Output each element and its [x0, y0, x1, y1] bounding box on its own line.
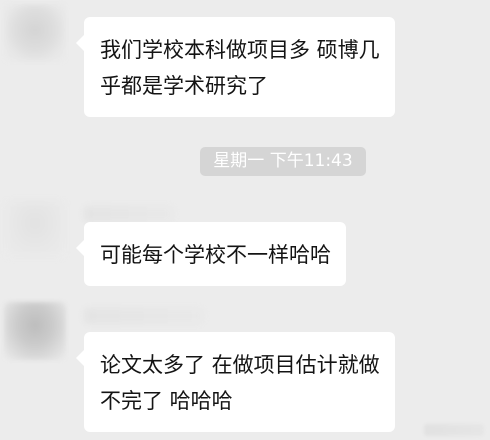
message-text: 论文太多了 在做项目估计就做 — [100, 353, 380, 377]
sender-avatar[interactable] — [4, 4, 66, 62]
timestamp-badge: 星期一 下午11:43 — [200, 147, 366, 176]
sender-avatar[interactable] — [4, 200, 66, 258]
blurred-sender-name — [84, 206, 174, 222]
message-bubble[interactable]: 论文太多了 在做项目估计就做 不完了 哈哈哈 — [76, 332, 395, 432]
message-text: 乎都是学术研究了 — [100, 74, 268, 98]
watermark — [424, 424, 484, 436]
message-text: 我们学校本科做项目多 硕博几 — [100, 38, 380, 62]
sender-avatar[interactable] — [4, 302, 66, 360]
message-bubble[interactable]: 可能每个学校不一样哈哈 — [76, 222, 346, 286]
chat-view: 我们学校本科做项目多 硕博几 乎都是学术研究了 星期一 下午11:43 可能每个… — [0, 0, 490, 440]
message-text: 不完了 哈哈哈 — [100, 389, 233, 413]
blurred-sender-name — [84, 308, 204, 324]
message-text: 可能每个学校不一样哈哈 — [100, 243, 331, 267]
message-bubble[interactable]: 我们学校本科做项目多 硕博几 乎都是学术研究了 — [76, 17, 395, 117]
